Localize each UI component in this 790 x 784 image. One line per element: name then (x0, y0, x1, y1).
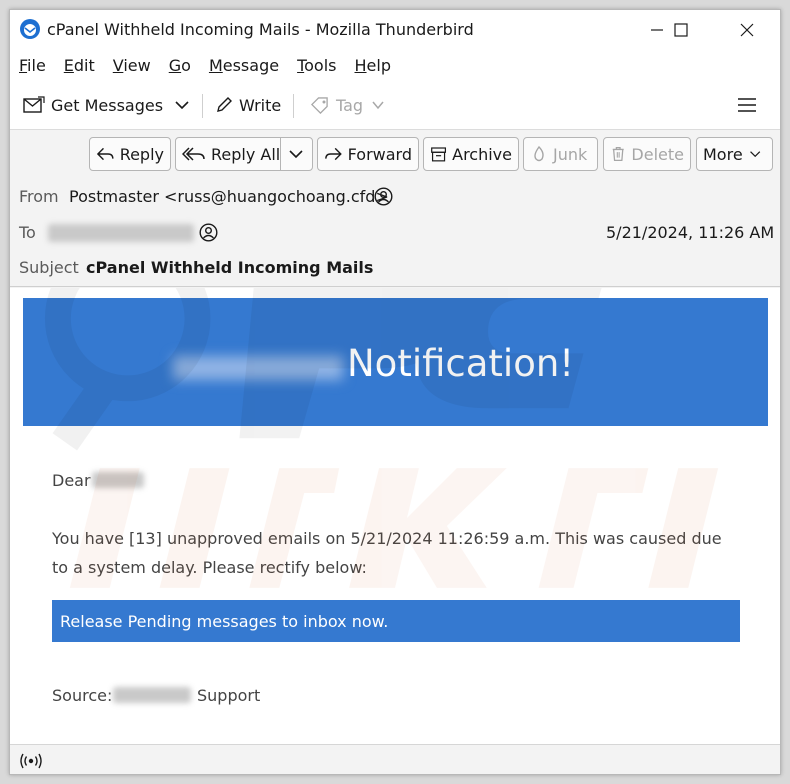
maximize-icon (674, 23, 688, 37)
forward-label: Forward (347, 144, 412, 164)
get-messages-dropdown[interactable] (174, 90, 196, 120)
chevron-down-icon (372, 101, 384, 110)
get-messages-button[interactable]: Get Messages (23, 90, 163, 120)
from-value[interactable]: Postmaster <russ@huangochoang.cfd> (69, 187, 389, 206)
source-suffix: Support (197, 686, 261, 705)
get-messages-icon (23, 96, 45, 113)
subject-value: cPanel Withheld Incoming Mails (86, 258, 374, 277)
archive-label: Archive (452, 144, 512, 164)
to-label: To (19, 223, 36, 242)
message-header: Reply Reply All Forward Archive Junk Del… (10, 131, 780, 287)
cta-label: Release Pending messages to inbox now. (60, 611, 389, 631)
redacted-name (92, 472, 144, 488)
close-button[interactable] (724, 10, 770, 50)
junk-label: Junk (553, 144, 588, 164)
menu-file[interactable]: File (19, 56, 46, 75)
toolbar-divider (293, 94, 294, 118)
thunderbird-icon (20, 19, 40, 39)
delete-label: Delete (631, 144, 684, 164)
reply-label: Reply (119, 144, 164, 164)
write-button[interactable]: Write (215, 90, 281, 120)
subject-label: Subject (19, 258, 79, 277)
menu-view[interactable]: View (113, 56, 151, 75)
toolbar-divider (202, 94, 203, 118)
banner-title: Notification! (347, 342, 575, 385)
archive-icon (431, 147, 447, 162)
reply-button[interactable]: Reply (89, 137, 171, 171)
message-paragraph: You have [13] unapproved emails on 5/21/… (52, 529, 722, 577)
thunderbird-window: cPanel Withheld Incoming Mails - Mozilla… (9, 9, 781, 775)
archive-button[interactable]: Archive (423, 137, 519, 171)
window-title: cPanel Withheld Incoming Mails - Mozilla… (47, 20, 474, 39)
reply-all-icon (182, 147, 205, 161)
from-label: From (19, 187, 59, 206)
reply-all-button[interactable]: Reply All (175, 137, 313, 171)
pencil-icon (217, 97, 232, 112)
redacted-recipient (48, 224, 194, 242)
more-label: More (703, 144, 743, 164)
hamburger-menu-icon (738, 98, 756, 112)
tag-button[interactable]: Tag (310, 90, 391, 120)
chevron-down-icon (175, 101, 189, 110)
chevron-down-icon (289, 150, 303, 159)
greeting: Dear (52, 466, 91, 495)
release-messages-link[interactable]: Release Pending messages to inbox now. (52, 600, 740, 642)
get-messages-label: Get Messages (51, 95, 164, 115)
tag-label: Tag (336, 95, 364, 115)
menu-bar: File Edit View Go Message Tools Help (10, 50, 780, 80)
tag-icon (310, 97, 328, 114)
redacted-logo (173, 356, 343, 380)
message-date: 5/21/2024, 11:26 AM (606, 223, 775, 242)
contact-icon[interactable] (374, 187, 393, 206)
trash-icon (612, 146, 624, 162)
menu-help[interactable]: Help (355, 56, 391, 75)
write-label: Write (239, 95, 282, 115)
menu-edit[interactable]: Edit (64, 56, 95, 75)
status-bar (10, 744, 780, 774)
close-icon (740, 23, 754, 37)
menu-go[interactable]: Go (169, 56, 191, 75)
message-body: Notification! Dear You have [13] unappro… (10, 288, 780, 744)
forward-button[interactable]: Forward (317, 137, 419, 171)
notification-banner: Notification! (23, 298, 768, 426)
menu-message[interactable]: Message (209, 56, 279, 75)
forward-icon (325, 147, 342, 161)
junk-icon (534, 145, 544, 162)
chevron-down-icon (749, 151, 760, 158)
source-label: Source: (52, 686, 113, 705)
main-toolbar: Get Messages Write Tag (10, 80, 780, 130)
reply-icon (96, 147, 114, 161)
contact-icon[interactable] (199, 223, 218, 242)
greeting-text: Dear (52, 471, 91, 490)
title-bar: cPanel Withheld Incoming Mails - Mozilla… (10, 10, 780, 50)
redacted-source (113, 687, 191, 703)
delete-button[interactable]: Delete (603, 137, 691, 171)
maximize-button[interactable] (658, 10, 704, 50)
split-divider (280, 138, 281, 170)
more-button[interactable]: More (696, 137, 773, 171)
junk-button[interactable]: Junk (523, 137, 598, 171)
reply-all-label: Reply All (211, 144, 281, 164)
menu-tools[interactable]: Tools (297, 56, 336, 75)
app-menu-button[interactable] (737, 90, 763, 120)
wifi-status-icon[interactable] (20, 753, 42, 769)
